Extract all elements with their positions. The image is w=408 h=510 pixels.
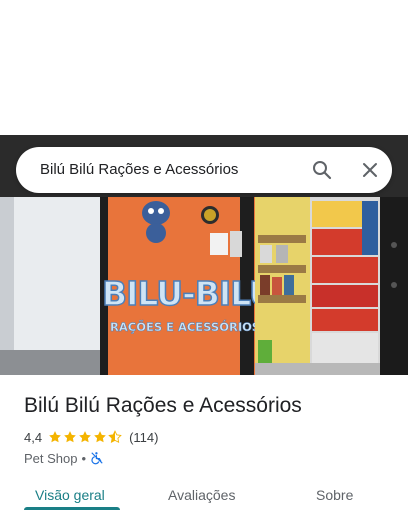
rating-value: 4,4 xyxy=(24,429,43,445)
tab-about[interactable]: Sobre xyxy=(316,487,353,503)
rating-row[interactable]: 4,4 (114) xyxy=(24,428,158,446)
star-icon xyxy=(94,431,106,443)
search-button[interactable] xyxy=(308,156,336,184)
search-input[interactable]: Bilú Bilú Rações e Acessórios xyxy=(40,161,238,178)
place-category: Pet Shop xyxy=(24,450,78,466)
tab-reviews[interactable]: Avaliações xyxy=(168,487,235,503)
star-icon xyxy=(79,431,91,443)
half-star-icon xyxy=(108,430,122,444)
star-rating xyxy=(48,430,123,444)
separator-dot: • xyxy=(81,450,87,466)
place-name: Bilú Bilú Rações e Acessórios xyxy=(24,394,302,417)
clear-search-button[interactable] xyxy=(356,156,384,184)
tab-overview[interactable]: Visão geral xyxy=(35,487,105,503)
search-icon xyxy=(313,161,332,180)
category-row: Pet Shop • xyxy=(24,449,104,467)
sign-text-sub: RAÇÕES E ACESSÓRIOS xyxy=(110,319,260,334)
sign-text-main: BILU-BILU xyxy=(102,274,275,313)
star-icon xyxy=(64,431,76,443)
not-wheelchair-accessible-icon xyxy=(91,452,103,465)
place-tabs: Visão geral Avaliações Sobre xyxy=(0,478,408,510)
star-icon xyxy=(49,431,61,443)
close-icon xyxy=(363,163,377,177)
search-bar[interactable]: Bilú Bilú Rações e Acessórios xyxy=(16,147,392,193)
review-count[interactable]: (114) xyxy=(129,430,158,445)
